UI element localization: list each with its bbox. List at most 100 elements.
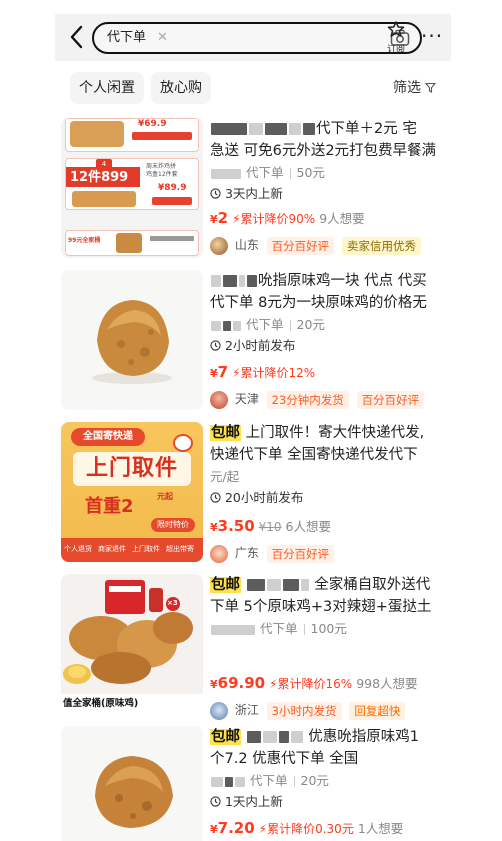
listing-thumbnail: ¥69.9 12件899 4 周末炸鸡拼 鸡盒12件套 ¥89.9 99元全家桶 (61, 118, 203, 258)
sift-label: 筛选 (393, 80, 421, 96)
clear-query-icon[interactable]: ✕ (157, 28, 168, 48)
chicken-box-image (72, 191, 136, 207)
meta-budget: 20元 (300, 773, 329, 788)
title-line: 代下单＋2元 宅 (316, 121, 417, 137)
promo-button (152, 197, 192, 205)
seller-avatar (210, 701, 228, 720)
time-text: 2小时前发布 (224, 338, 296, 353)
meta-tag: 代下单 (249, 773, 288, 788)
seller-badge: 百分百好评 (266, 544, 335, 563)
listing-info: 包邮 全家桶自取外送代 下单 5个原味鸡+3对辣翅+蛋挞土 代下单 100元 ¥6… (210, 574, 451, 720)
listing-card[interactable]: 吮指原味鸡一块 代点 代买 代下单 8元为一块原味鸡的价格无 代下单 20元 2小… (61, 270, 451, 412)
meta-tag: 代下单 (245, 317, 284, 332)
promo-text-line (150, 236, 194, 241)
footer-label: 上门取件 (132, 545, 160, 553)
seller-row: 浙江 3小时内发货 回复超快 (210, 700, 451, 720)
promo-footer: 个人退货 商家退件 上门取件 超出带寄 (61, 538, 203, 562)
price: ¥7 (210, 363, 229, 381)
footer-label: 个人退货 (64, 545, 92, 553)
listing-meta: 代下单 20元 (210, 772, 451, 790)
title-line: 上门取件！寄大件快递代发, (241, 425, 425, 441)
seller-location: 广东 (234, 546, 259, 560)
listing-meta: 元/起 (210, 468, 451, 486)
listing-title: 包邮 上门取件！寄大件快递代发, 快递代下单 全国寄快递代发代下 (210, 422, 451, 466)
listing-price-row: ¥69.90 ⚡累计降价16% 998人想要 (210, 672, 451, 696)
time-text: 1天内上新 (224, 794, 283, 809)
promo-price: ¥89.9 (158, 183, 187, 193)
want-count: 6人想要 (285, 519, 331, 534)
title-line: 吮指原味鸡一块 代点 代买 (258, 273, 427, 289)
promo-row: ¥69.9 (65, 118, 199, 152)
listing-price-row: ¥7 ⚡累计降价12% (210, 361, 451, 385)
title-line: 下单 5个原味鸡+3对辣翅+蛋挞土 (210, 599, 432, 615)
listing-meta: 代下单 100元 (210, 620, 451, 638)
filter-bar: 个人闲置 放心购 筛选 (0, 72, 502, 108)
promo-row: 99元全家桶 (65, 230, 199, 256)
filter-personal-idle[interactable]: 个人闲置 (70, 72, 144, 104)
back-arrow-icon[interactable] (67, 23, 87, 51)
listing-thumbnail (61, 726, 203, 841)
clock-icon (210, 796, 221, 807)
promo-label: 99元全家桶 (68, 237, 101, 244)
promo-price: 首重2 (85, 496, 134, 517)
bucket-image (116, 233, 142, 253)
price-drop: ⚡累计降价0.30元 (258, 822, 354, 836)
seller-avatar (210, 544, 228, 563)
seller-badge: 百分百好评 (266, 236, 335, 255)
original-price: ¥10 (258, 520, 282, 534)
bucket-meal-image (63, 580, 193, 684)
filter-sift-button[interactable]: 筛选 (393, 72, 437, 104)
seller-badge: 23分钟内发货 (266, 390, 349, 409)
promo-unit: 元起 (157, 492, 173, 501)
seller-row: 天津 23分钟内发货 百分百好评 (210, 389, 451, 409)
listing-thumbnail: ×3 值全家桶(原味鸡) (61, 574, 203, 714)
seller-badge: 卖家信用优秀 (342, 236, 421, 255)
promo-badge: 4 (96, 159, 112, 169)
meta-budget: 20元 (296, 317, 325, 332)
search-input[interactable]: 代下单 ✕ (92, 22, 422, 54)
price: ¥69.90 (210, 674, 266, 692)
seller-location: 山东 (234, 238, 259, 252)
price: ¥2 (210, 209, 229, 227)
filter-assured-buy[interactable]: 放心购 (151, 72, 211, 104)
listing-title: 包邮 全家桶自取外送代 下单 5个原味鸡+3对辣翅+蛋挞土 (210, 574, 451, 618)
promo-banner: 全国寄快递 (71, 428, 145, 446)
promo-button: 限时特价 (151, 518, 195, 532)
quantity-badge: ×3 (167, 599, 178, 607)
meta-tag: 代下单 (259, 621, 298, 636)
meta-budget: 50元 (296, 165, 325, 180)
seller-row: 广东 百分百好评 (210, 543, 451, 563)
listing-time: 1天内上新 (210, 793, 451, 811)
time-text: 20小时前发布 (224, 490, 304, 505)
listing-price-row: ¥2 ⚡累计降价90% 9人想要 (210, 207, 451, 231)
fried-chicken-image (95, 756, 173, 828)
free-shipping-tag: 包邮 (210, 729, 241, 745)
more-options-icon[interactable]: ··· (421, 26, 443, 46)
subscribe-button[interactable]: 订阅 (382, 21, 410, 55)
clock-icon (210, 188, 221, 199)
search-query-chip[interactable]: 代下单 (103, 28, 150, 48)
meta-budget: 100元 (310, 621, 347, 636)
meta-tag: 代下单 (245, 165, 284, 180)
listing-time: 20小时前发布 (210, 489, 451, 507)
listing-price-row: ¥3.50 ¥10 6人想要 (210, 515, 451, 539)
title-line: 个7.2 优惠代下单 全国 (210, 751, 359, 767)
listing-card[interactable]: ×3 值全家桶(原味鸡) 包邮 全家桶自取外送代 下单 5个原味鸡+3对辣翅+蛋… (61, 574, 451, 720)
want-count: 1人想要 (357, 821, 404, 836)
go-badge-icon (173, 434, 193, 452)
listing-card[interactable]: ¥69.9 12件899 4 周末炸鸡拼 鸡盒12件套 ¥89.9 99元全家桶… (61, 118, 451, 260)
listing-title: 代下单＋2元 宅 急送 可免6元外送2元打包费早餐满 (210, 118, 451, 162)
seller-location: 天津 (234, 392, 259, 406)
burger-image (70, 121, 124, 147)
seller-row: 山东 百分百好评 卖家信用优秀 (210, 235, 451, 255)
clock-icon (210, 492, 221, 503)
fried-chicken-image (92, 300, 172, 384)
listing-info: 代下单＋2元 宅 急送 可免6元外送2元打包费早餐满 代下单 50元 3天内上新 … (210, 118, 451, 255)
listing-card[interactable]: 包邮 优惠吮指原味鸡1 个7.2 优惠代下单 全国 代下单 20元 1天内上新 ¥… (61, 726, 451, 841)
title-line: 代下单 8元为一块原味鸡的价格无 (210, 295, 427, 311)
listing-info: 包邮 上门取件！寄大件快递代发, 快递代下单 全国寄快递代发代下 元/起 20小… (210, 422, 451, 563)
title-line: 快递代下单 全国寄快递代发代下 (210, 447, 418, 463)
promo-button (132, 132, 192, 140)
price-drop: ⚡累计降价16% (269, 677, 353, 691)
listing-card[interactable]: 全国寄快递 上门取件 首重2 元起 限时特价 个人退货 商家退件 上门取件 超出… (61, 422, 451, 564)
